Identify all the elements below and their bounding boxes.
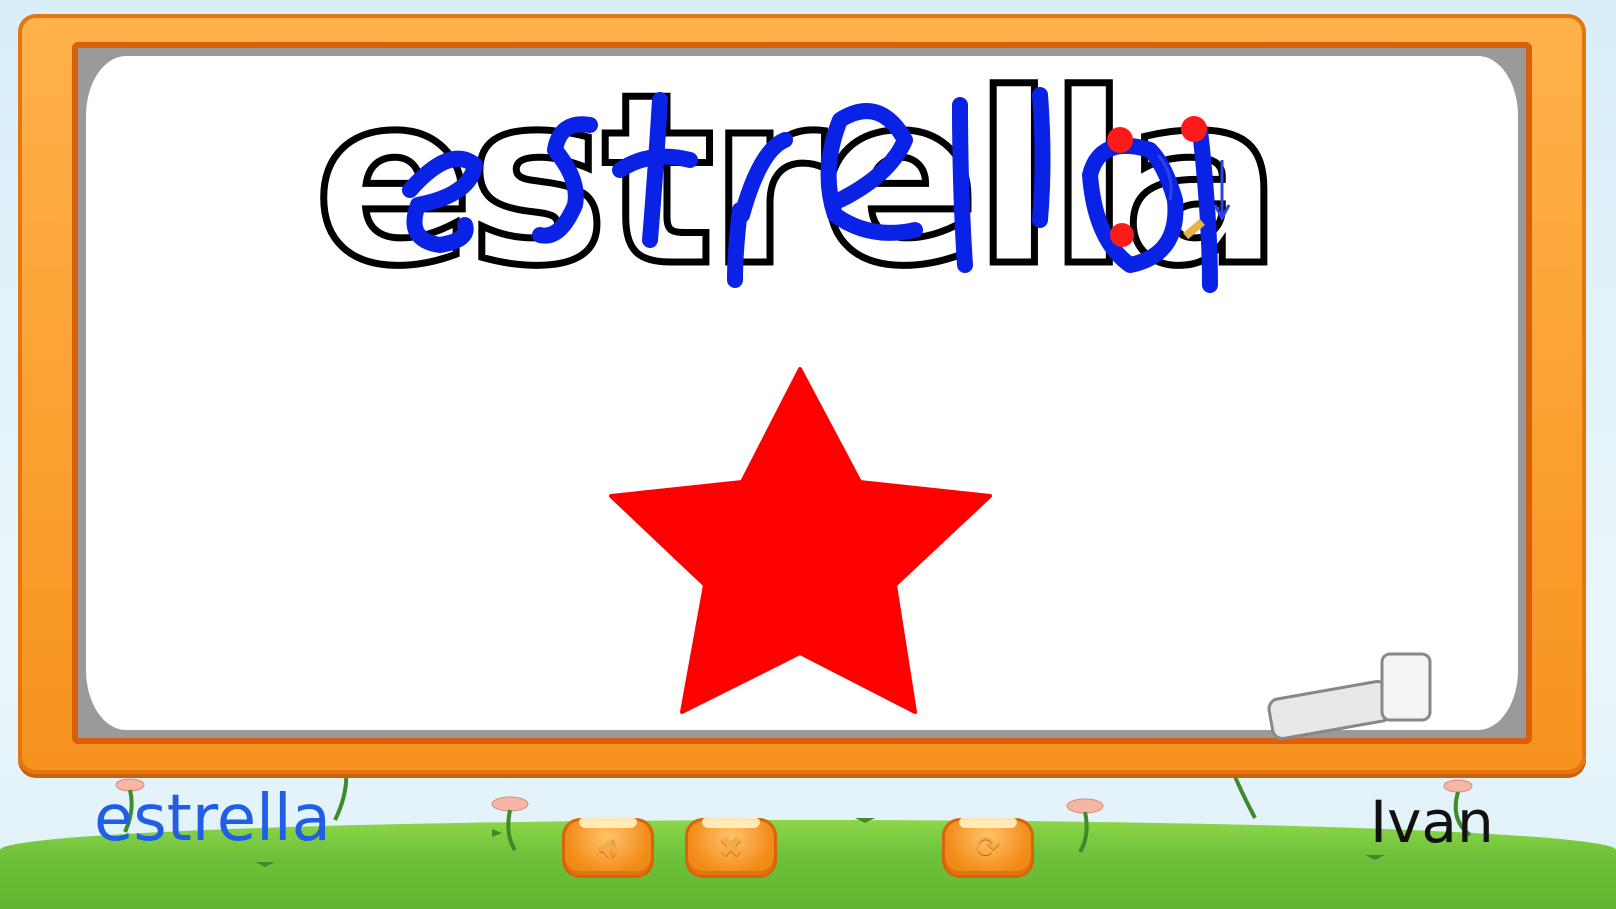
speaker-icon: 🔊︎ [598, 830, 618, 865]
star-icon [609, 367, 992, 714]
tracing-layer[interactable]: estrella [0, 0, 1616, 909]
bottom-word-label: estrella [94, 782, 331, 856]
refresh-button[interactable]: ⟳ [942, 818, 1034, 878]
x-icon: ✖ [718, 830, 744, 865]
eraser-icon[interactable] [1267, 652, 1432, 741]
sound-button[interactable]: 🔊︎ [562, 818, 654, 878]
game-scene: estrella estrella Ivan 🔊︎ ✖ ⟳ [0, 0, 1616, 909]
student-name: Ivan [1370, 788, 1494, 856]
clear-button[interactable]: ✖ [685, 818, 777, 878]
refresh-icon: ⟳ [975, 830, 1001, 865]
